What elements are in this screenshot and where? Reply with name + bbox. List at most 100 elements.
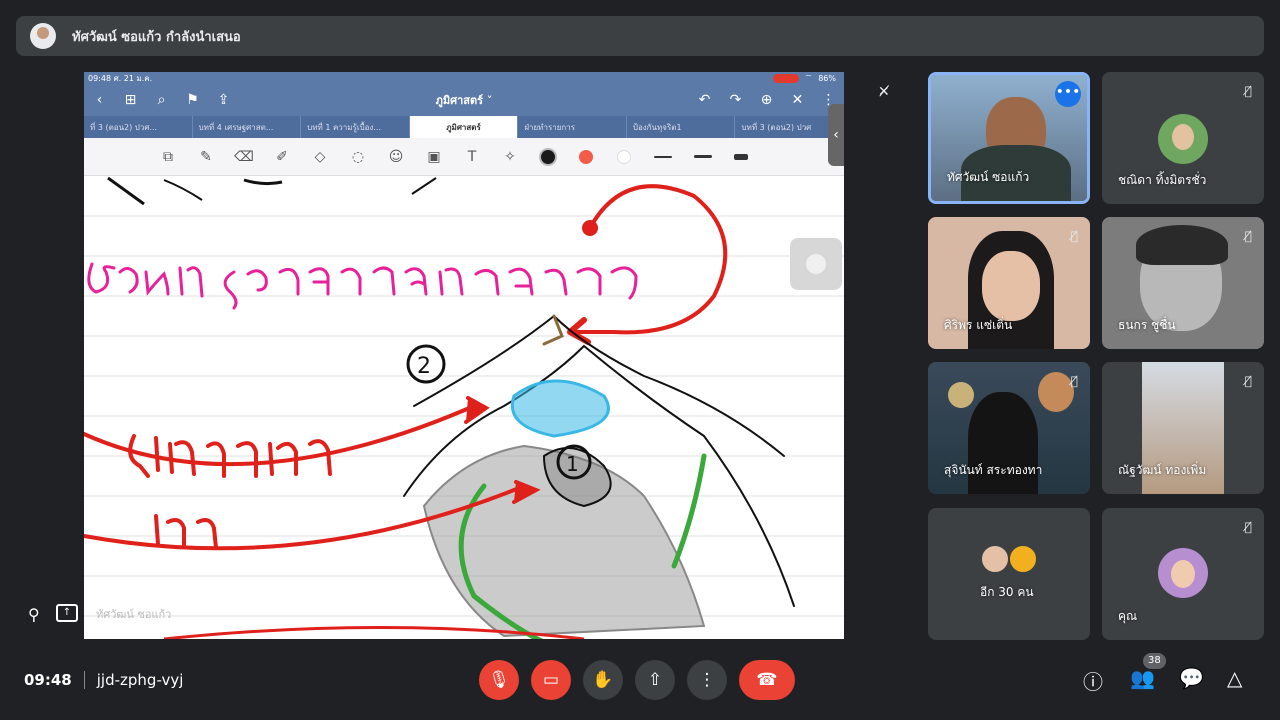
others-tile[interactable]: อีก 30 คน xyxy=(928,508,1090,640)
present-icon[interactable]: ↑ xyxy=(56,604,78,622)
avatar xyxy=(980,544,1010,574)
chat-button[interactable]: 💬 xyxy=(1179,666,1204,690)
activities-button[interactable]: △ xyxy=(1227,666,1242,690)
ipad-time: 09:48 ศ. 21 ม.ค. xyxy=(88,73,153,83)
more-options-button[interactable]: ⋮ xyxy=(687,660,727,700)
ipad-status-bar: 09:48 ศ. 21 ม.ค. ⌔ 86% xyxy=(84,72,844,84)
back-icon[interactable]: ‹ xyxy=(84,92,115,108)
self-tile[interactable]: 🎙̸ คุณ xyxy=(1102,508,1264,640)
svg-text:2: 2 xyxy=(417,354,431,379)
participant-count-badge: 38 xyxy=(1143,653,1166,669)
present-button[interactable]: ⇧ xyxy=(635,660,675,700)
chat-icon: 💬 xyxy=(1179,666,1204,690)
lasso-pages-icon[interactable]: ⧉ xyxy=(152,145,184,169)
mic-off-icon: 🎙̸ xyxy=(1244,229,1252,243)
recording-indicator xyxy=(772,73,799,83)
meeting-code: jjd-zphg-vyj xyxy=(96,671,184,689)
share-icon[interactable]: ⇪ xyxy=(208,92,239,108)
character-sticker xyxy=(948,382,974,408)
participant-name: สุจินันท์ สระทองทา xyxy=(944,463,1043,477)
pen-icon[interactable]: ✎ xyxy=(190,145,222,169)
floating-menu-button[interactable] xyxy=(790,238,842,290)
participant-hair xyxy=(1136,225,1228,265)
raise-hand-button[interactable]: ✋ xyxy=(583,660,623,700)
info-icon: ⓘ xyxy=(1083,670,1103,694)
text-icon[interactable]: T xyxy=(456,145,488,169)
image-icon[interactable]: ▣ xyxy=(418,145,450,169)
camera-toggle-button[interactable]: ▭ xyxy=(531,660,571,700)
highlighter-icon[interactable]: ✐ xyxy=(266,145,298,169)
presentation-screen[interactable]: 09:48 ศ. 21 ม.ค. ⌔ 86% ‹ ⊞ ⌕ ⚑ ⇪ ภูมิศาส… xyxy=(84,72,844,639)
sticker-icon[interactable]: ☺ xyxy=(380,145,412,169)
svg-text:1: 1 xyxy=(566,452,579,476)
participant-name: ทัศวัฒน์ ซอแก้ว xyxy=(947,170,1030,184)
mic-off-icon: 🎙 xyxy=(488,670,510,690)
participant-tile[interactable]: 🎙̸ ณัฐวัฒน์ ทองเพิ่ม xyxy=(1102,362,1264,494)
participant-tile[interactable]: 🎙̸ สุจินันท์ สระทองทา xyxy=(928,362,1090,494)
hand-icon: ✋ xyxy=(592,670,614,690)
participant-tile[interactable]: 🎙̸ ชณิดา ทิ้งมิตรชั่ว xyxy=(1102,72,1264,204)
presenter-name-tag: ทัศวัฒน์ ซอแก้ว xyxy=(96,608,172,621)
note-canvas[interactable]: 2 1 xyxy=(84,176,844,639)
presenting-banner: ทัศวัฒน์ ซอแก้ว กำลังนำเสนอ xyxy=(16,16,1264,56)
drawing-toolbar: ⧉ ✎ ⌫ ✐ ◇ ◌ ☺ ▣ T ✧ xyxy=(84,138,844,176)
participant-name: ธนกร ชูชื่น xyxy=(1118,318,1176,332)
stroke-medium[interactable] xyxy=(694,155,712,158)
doc-tab[interactable]: ป้องกันทุจริต1 xyxy=(627,116,736,138)
participant-tile[interactable]: 🎙̸ ศิริพร แซ่เติ่น xyxy=(928,217,1090,349)
mic-off-icon: ✕̸ xyxy=(878,84,890,100)
stroke-thick[interactable] xyxy=(734,153,748,160)
presenter-avatar xyxy=(30,23,56,49)
mic-off-icon: 🎙̸ xyxy=(1070,229,1078,243)
add-page-icon[interactable]: ⊕ xyxy=(751,92,782,108)
participant-name: ชณิดา ทิ้งมิตรชั่ว xyxy=(1118,173,1207,187)
handwritten-drawing: 2 1 xyxy=(84,176,844,639)
bookmark-icon[interactable]: ⚑ xyxy=(177,92,208,108)
sidebar-handle[interactable]: ‹ xyxy=(828,104,844,166)
present-icon: ⇧ xyxy=(647,670,663,690)
laser-icon[interactable]: ✧ xyxy=(494,145,526,169)
phone-hangup-icon: ☎ xyxy=(756,670,778,690)
participant-tile[interactable]: 🎙̸ ธนกร ชูชื่น xyxy=(1102,217,1264,349)
eraser-icon[interactable]: ⌫ xyxy=(228,145,260,169)
shapes-icon[interactable]: ◇ xyxy=(304,145,336,169)
others-count: อีก 30 คน xyxy=(980,585,1034,599)
avatar xyxy=(1008,544,1038,574)
participant-face xyxy=(982,251,1040,321)
document-tabs: ที่ 3 (ตอน2) ปวศ... บทที่ 4 เศรษฐศาสต...… xyxy=(84,116,844,138)
color-white[interactable] xyxy=(617,149,631,164)
ipad-nav-bar: ‹ ⊞ ⌕ ⚑ ⇪ ภูมิศาสตร์ ˅ ↶ ↷ ⊕ ✕ ⋮ xyxy=(84,84,844,116)
info-button[interactable]: ⓘ xyxy=(1083,666,1103,695)
avatar xyxy=(1158,548,1208,598)
doc-tab[interactable]: ที่ 3 (ตอน2) ปวศ... xyxy=(84,116,193,138)
pin-icon[interactable]: ⚲ xyxy=(28,605,40,624)
more-options-icon[interactable]: ••• xyxy=(1055,81,1081,107)
people-button[interactable]: 👥 xyxy=(1130,666,1155,690)
participant-tile[interactable]: ••• ทัศวัฒน์ ซอแก้ว xyxy=(928,72,1090,204)
redo-icon[interactable]: ↷ xyxy=(720,92,751,108)
avatar xyxy=(1158,114,1208,164)
doc-tab-active[interactable]: ภูมิศาสตร์ xyxy=(409,116,519,138)
participant-name: ศิริพร แซ่เติ่น xyxy=(944,318,1013,332)
stroke-thin[interactable] xyxy=(654,155,672,158)
document-title[interactable]: ภูมิศาสตร์ ˅ xyxy=(414,91,514,109)
leave-call-button[interactable]: ☎ xyxy=(739,660,795,700)
color-red[interactable] xyxy=(579,149,593,164)
search-icon[interactable]: ⌕ xyxy=(146,92,177,108)
mic-toggle-button[interactable]: 🎙 xyxy=(479,660,519,700)
mic-off-icon: 🎙̸ xyxy=(1244,84,1252,98)
color-black[interactable] xyxy=(541,149,555,164)
doc-tab[interactable]: บทที่ 4 เศรษฐศาสต... xyxy=(193,116,302,138)
activities-icon: △ xyxy=(1227,666,1243,690)
more-vert-icon: ⋮ xyxy=(698,670,716,690)
meeting-info: 09:48 jjd-zphg-vyj xyxy=(24,671,183,689)
mic-off-icon: 🎙̸ xyxy=(1244,374,1252,388)
close-icon[interactable]: ✕ xyxy=(782,92,813,108)
doc-tab[interactable]: บทที่ 1 ความรู้เบื้อง... xyxy=(301,116,410,138)
grid-icon[interactable]: ⊞ xyxy=(115,92,146,108)
divider xyxy=(83,671,85,689)
people-icon: 👥 xyxy=(1130,666,1155,690)
undo-icon[interactable]: ↶ xyxy=(689,92,720,108)
doc-tab[interactable]: ฝ่ายทำรายการ xyxy=(518,116,627,138)
lasso-icon[interactable]: ◌ xyxy=(342,145,374,169)
